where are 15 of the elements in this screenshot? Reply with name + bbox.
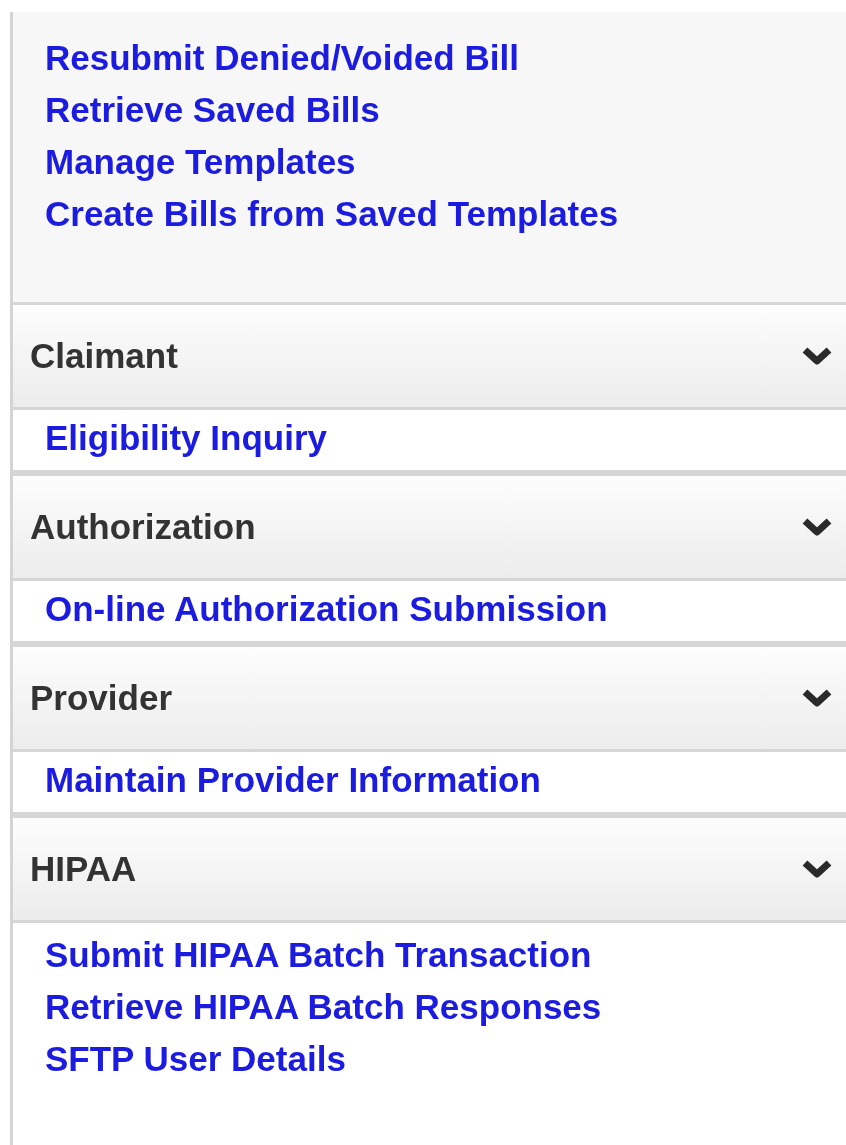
section-header[interactable]: Provider <box>13 644 846 752</box>
menu-link[interactable]: Manage Templates <box>45 136 356 188</box>
section-title: Claimant <box>30 336 178 376</box>
menu-link[interactable]: Resubmit Denied/Voided Bill <box>45 32 519 84</box>
section-title: Authorization <box>30 507 256 547</box>
section-header[interactable]: Claimant <box>13 302 846 410</box>
menu-link[interactable]: Retrieve Saved Bills <box>45 84 380 136</box>
menu-link[interactable]: Create Bills from Saved Templates <box>45 188 619 240</box>
menu-link[interactable]: Submit HIPAA Batch Transaction <box>45 929 592 981</box>
section-title: Provider <box>30 678 172 718</box>
section-header[interactable]: Authorization <box>13 473 846 581</box>
menu-link[interactable]: Retrieve HIPAA Batch Responses <box>45 981 602 1033</box>
menu-link[interactable]: SFTP User Details <box>45 1033 346 1085</box>
section-header[interactable]: HIPAA <box>13 815 846 923</box>
section-title: HIPAA <box>30 849 137 889</box>
